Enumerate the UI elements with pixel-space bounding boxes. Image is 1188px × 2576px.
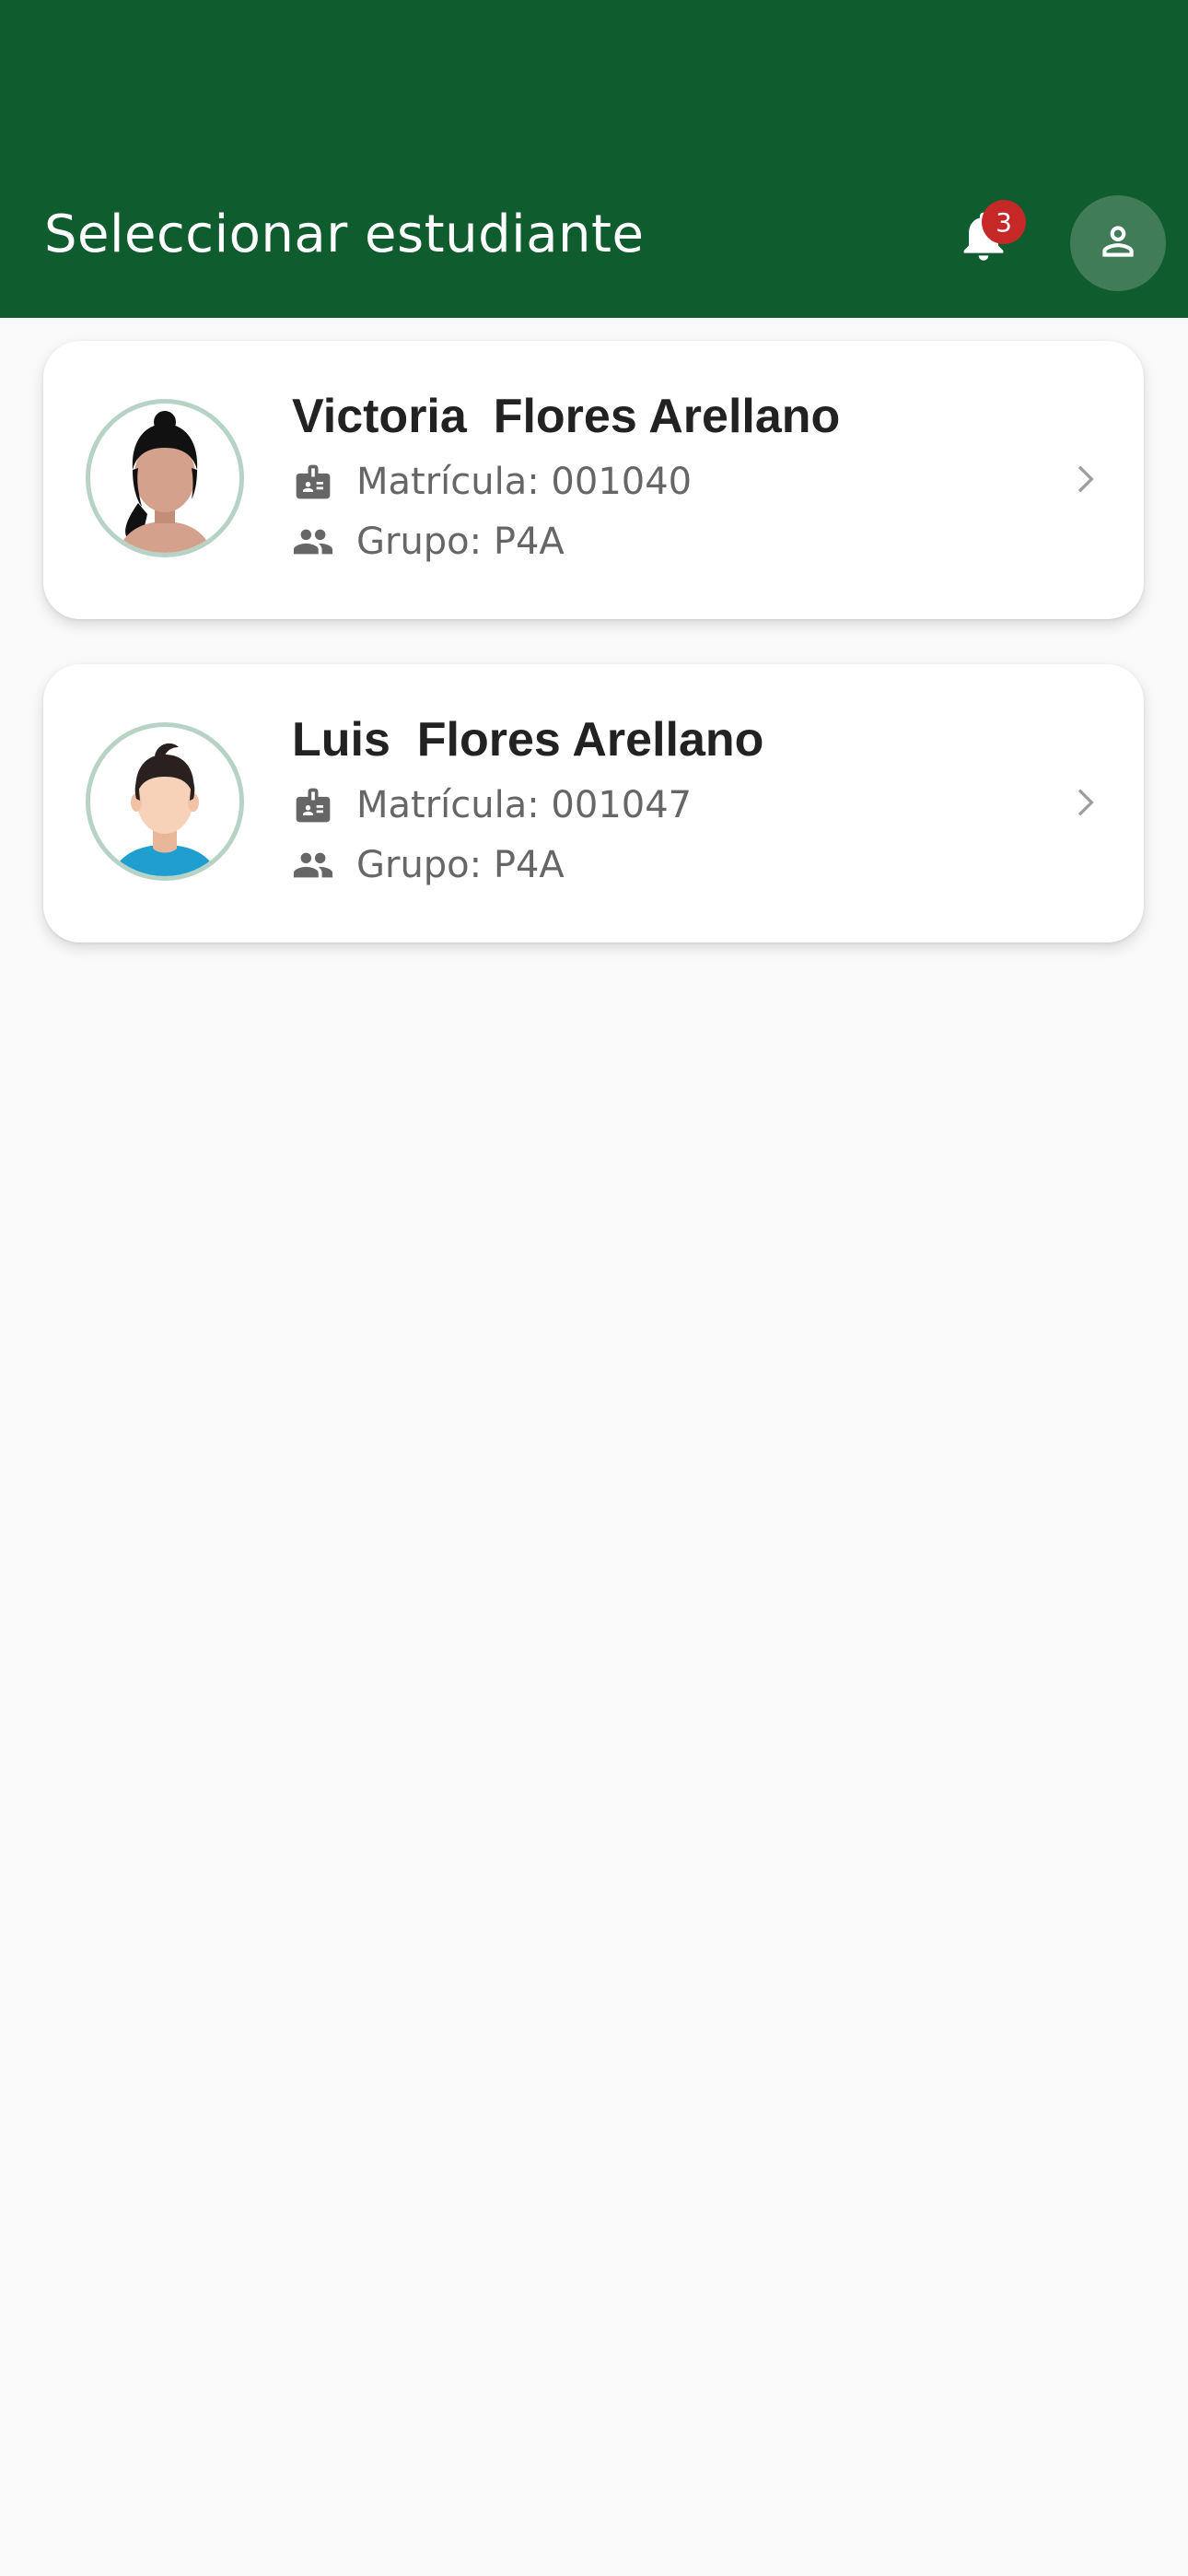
person-icon (1095, 218, 1141, 268)
student-group-row: Grupo: P4A (292, 844, 565, 886)
group-icon (292, 844, 334, 886)
group-icon (292, 521, 334, 563)
notification-count-badge: 3 (982, 200, 1026, 244)
page-title: Seleccionar estudiante (44, 205, 645, 264)
badge-icon (292, 461, 334, 503)
student-group-row: Grupo: P4A (292, 521, 565, 563)
student-group-text: Grupo: P4A (356, 844, 565, 886)
chevron-right-icon (1056, 775, 1112, 830)
student-name: Luis Flores Arellano (292, 713, 764, 767)
male-avatar (86, 722, 244, 881)
student-id-row: Matrícula: 001047 (292, 784, 692, 826)
badge-icon (292, 784, 334, 826)
student-id-row: Matrícula: 001040 (292, 461, 692, 503)
student-group-text: Grupo: P4A (356, 521, 565, 563)
student-name: Victoria Flores Arellano (292, 390, 841, 443)
student-id-text: Matrícula: 001047 (356, 784, 693, 826)
student-card[interactable]: Luis Flores Arellano Matrícula: 001047 G… (43, 664, 1144, 943)
female-avatar (86, 399, 244, 557)
chevron-right-icon (1056, 451, 1112, 507)
student-card[interactable]: Victoria Flores Arellano Matrícula: 0010… (43, 341, 1144, 619)
student-id-text: Matrícula: 001040 (356, 461, 693, 503)
profile-button[interactable] (1070, 195, 1166, 291)
